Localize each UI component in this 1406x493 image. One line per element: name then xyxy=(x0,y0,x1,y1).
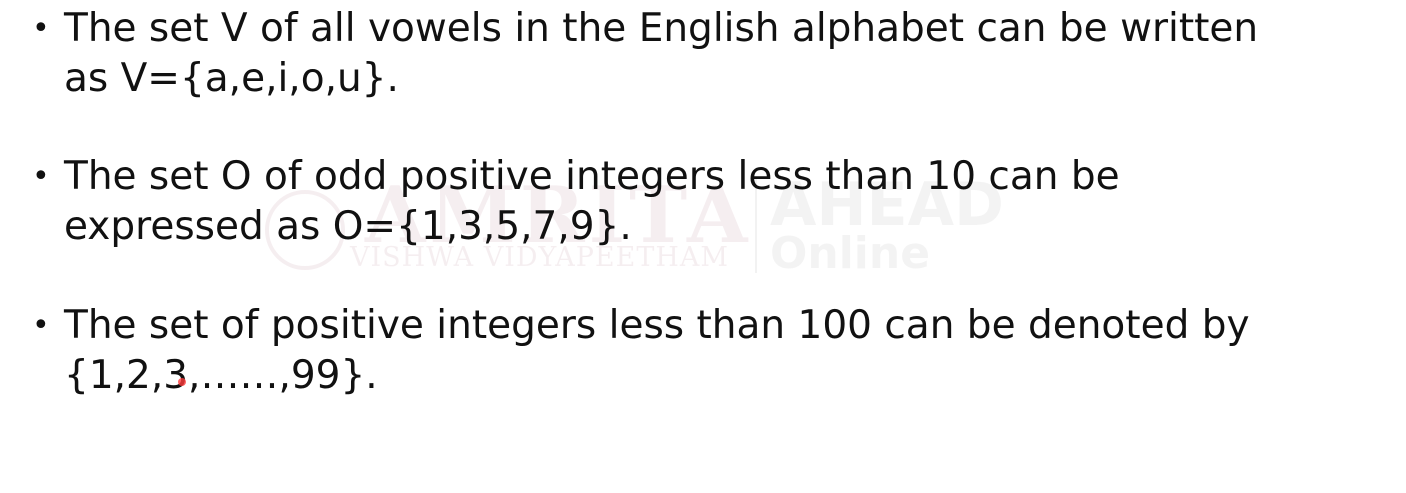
bullet-text: The set V of all vowels in the English a… xyxy=(64,6,1259,101)
bullet-marker: • xyxy=(32,11,50,46)
bullet-text: The set O of odd positive integers less … xyxy=(64,154,1120,249)
bullet-marker: • xyxy=(32,159,50,194)
slide: AMRITA VISHWA VIDYAPEETHAM AHEAD Online … xyxy=(0,0,1406,493)
laser-pointer-icon xyxy=(178,378,186,386)
bullet-text: The set of positive integers less than 1… xyxy=(64,303,1250,398)
bullet-marker: • xyxy=(32,308,50,343)
